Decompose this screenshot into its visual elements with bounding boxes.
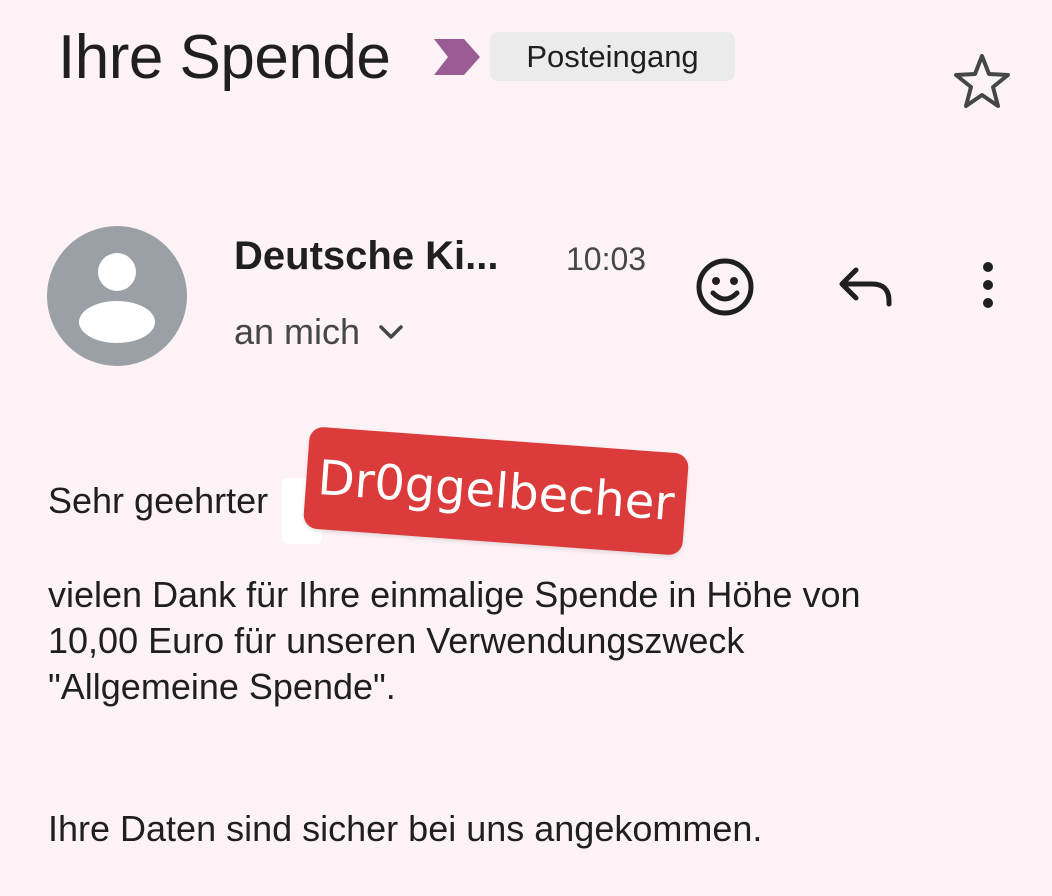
message-time: 10:03: [566, 241, 647, 277]
emoji-reaction-icon[interactable]: [690, 252, 760, 322]
body-paragraph-donation: vielen Dank für Ihre einmalige Spende in…: [48, 572, 861, 710]
chevron-down-icon[interactable]: [374, 315, 408, 349]
person-avatar-icon[interactable]: [47, 226, 187, 366]
greeting-text: Sehr geehrter: [48, 480, 269, 521]
body-line: vielen Dank für Ihre einmalige Spende in…: [48, 574, 861, 615]
body-paragraph-data: Ihre Daten sind sicher bei uns angekomme…: [48, 808, 763, 849]
email-subject: Ihre Spende: [58, 23, 391, 92]
label-chip-inbox[interactable]: Posteingang: [490, 32, 735, 81]
redaction-sticker: Dr0ggelbecher: [302, 426, 690, 556]
body-line: 10,00 Euro für unseren Verwendungszweck: [48, 620, 745, 661]
recipient-label: an mich: [234, 311, 361, 352]
sender-name[interactable]: Deutsche Ki...: [234, 228, 499, 284]
body-line: "Allgemeine Spende".: [48, 666, 396, 707]
more-vert-icon[interactable]: [960, 252, 1016, 322]
star-icon[interactable]: [950, 50, 1014, 114]
recipient-details-toggle[interactable]: an mich: [234, 308, 408, 356]
importance-marker-icon[interactable]: [432, 37, 482, 77]
reply-icon[interactable]: [832, 255, 898, 321]
